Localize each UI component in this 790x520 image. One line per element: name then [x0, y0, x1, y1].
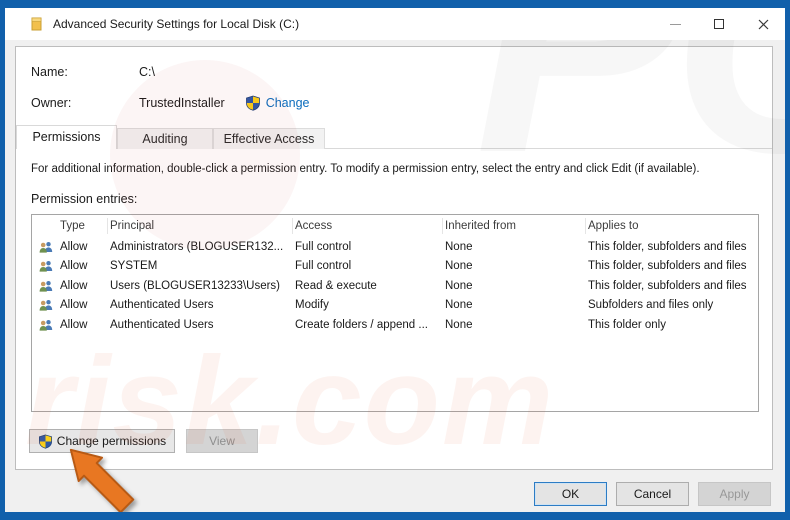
- dialog-window: Advanced Security Settings for Local Dis…: [5, 8, 785, 512]
- permission-entries-list[interactable]: Type Principal Access Inherited from App…: [31, 214, 759, 412]
- info-text: For additional information, double-click…: [31, 163, 700, 175]
- ok-label: OK: [561, 487, 580, 501]
- close-button[interactable]: [741, 8, 785, 40]
- screenshot-frame: Advanced Security Settings for Local Dis…: [0, 0, 790, 520]
- cell-applies: This folder, subfolders and files: [588, 279, 747, 292]
- cell-type: Allow: [60, 240, 88, 253]
- view-button: View: [186, 429, 258, 453]
- header-spacer: [32, 218, 58, 234]
- change-permissions-button[interactable]: Change permissions: [29, 429, 175, 453]
- tab-strip: Permissions Auditing Effective Access: [16, 125, 772, 149]
- apply-button: Apply: [698, 482, 771, 506]
- column-header-type[interactable]: Type: [58, 218, 108, 234]
- cancel-label: Cancel: [633, 487, 672, 501]
- tab-permissions[interactable]: Permissions: [16, 125, 117, 149]
- ok-button[interactable]: OK: [534, 482, 607, 506]
- list-header: Type Principal Access Inherited from App…: [32, 215, 758, 237]
- content-panel: Name: C:\ Owner: TrustedInstaller Change…: [15, 46, 773, 470]
- column-header-access[interactable]: Access: [293, 218, 443, 234]
- dialog-body: Name: C:\ Owner: TrustedInstaller Change…: [5, 40, 785, 512]
- cell-applies: Subfolders and files only: [588, 299, 714, 312]
- column-header-inherited[interactable]: Inherited from: [443, 218, 586, 234]
- table-row[interactable]: Allow Administrators (BLOGUSER132... Ful…: [32, 237, 758, 257]
- cell-inherited: None: [445, 240, 473, 253]
- cell-access: Full control: [295, 260, 352, 273]
- column-header-applies[interactable]: Applies to: [586, 218, 758, 234]
- table-row[interactable]: Allow SYSTEM Full control None This fold…: [32, 257, 758, 277]
- name-value: C:\: [139, 65, 155, 79]
- cell-principal: SYSTEM: [110, 260, 158, 273]
- cell-applies: This folder, subfolders and files: [588, 260, 747, 273]
- table-row[interactable]: Allow Users (BLOGUSER13233\Users) Read &…: [32, 276, 758, 296]
- minimize-icon: [669, 23, 681, 25]
- cell-access: Modify: [295, 299, 329, 312]
- table-row[interactable]: Allow Authenticated Users Create folders…: [32, 315, 758, 335]
- close-icon: [758, 19, 768, 29]
- owner-row: Owner: TrustedInstaller Change: [31, 95, 309, 111]
- maximize-icon: [714, 19, 724, 29]
- cell-access: Create folders / append ...: [295, 318, 428, 331]
- cell-inherited: None: [445, 279, 473, 292]
- owner-value: TrustedInstaller: [139, 96, 225, 110]
- cell-applies: This folder, subfolders and files: [588, 240, 747, 253]
- view-label: View: [209, 434, 235, 448]
- change-permissions-label: Change permissions: [56, 434, 167, 448]
- cell-type: Allow: [60, 299, 88, 312]
- cell-type: Allow: [60, 260, 88, 273]
- name-row: Name: C:\: [31, 65, 155, 79]
- cell-principal: Authenticated Users: [110, 318, 214, 331]
- cell-principal: Authenticated Users: [110, 299, 214, 312]
- minimize-button[interactable]: [653, 8, 697, 40]
- cell-principal: Users (BLOGUSER13233\Users): [110, 279, 280, 292]
- users-icon: [32, 241, 58, 253]
- window-controls: [653, 8, 785, 40]
- footer-buttons: OK Cancel Apply: [534, 482, 771, 506]
- cell-type: Allow: [60, 318, 88, 331]
- cell-principal: Administrators (BLOGUSER132...: [110, 240, 284, 253]
- tab-effective-access[interactable]: Effective Access: [213, 128, 325, 149]
- cancel-button[interactable]: Cancel: [616, 482, 689, 506]
- cell-access: Read & execute: [295, 279, 377, 292]
- uac-shield-icon: [38, 434, 53, 449]
- cell-inherited: None: [445, 318, 473, 331]
- name-label: Name:: [31, 65, 68, 79]
- change-link-label: Change: [265, 96, 310, 110]
- maximize-button[interactable]: [697, 8, 741, 40]
- table-row[interactable]: Allow Authenticated Users Modify None Su…: [32, 296, 758, 316]
- title-bar: Advanced Security Settings for Local Dis…: [5, 8, 785, 40]
- cell-type: Allow: [60, 279, 88, 292]
- tab-auditing[interactable]: Auditing: [117, 128, 213, 149]
- users-icon: [32, 299, 58, 311]
- window-title: Advanced Security Settings for Local Dis…: [53, 17, 300, 31]
- users-icon: [32, 319, 58, 331]
- users-icon: [32, 280, 58, 292]
- column-header-principal[interactable]: Principal: [108, 218, 293, 234]
- apply-label: Apply: [719, 487, 750, 501]
- owner-label: Owner:: [31, 96, 72, 110]
- cell-access: Full control: [295, 240, 352, 253]
- permission-entries-label: Permission entries:: [31, 192, 138, 206]
- change-owner-link[interactable]: Change: [245, 95, 310, 111]
- cell-inherited: None: [445, 260, 473, 273]
- users-icon: [32, 260, 58, 272]
- window-folder-icon: [30, 17, 43, 31]
- cell-inherited: None: [445, 299, 473, 312]
- cell-applies: This folder only: [588, 318, 666, 331]
- uac-shield-icon: [245, 95, 261, 111]
